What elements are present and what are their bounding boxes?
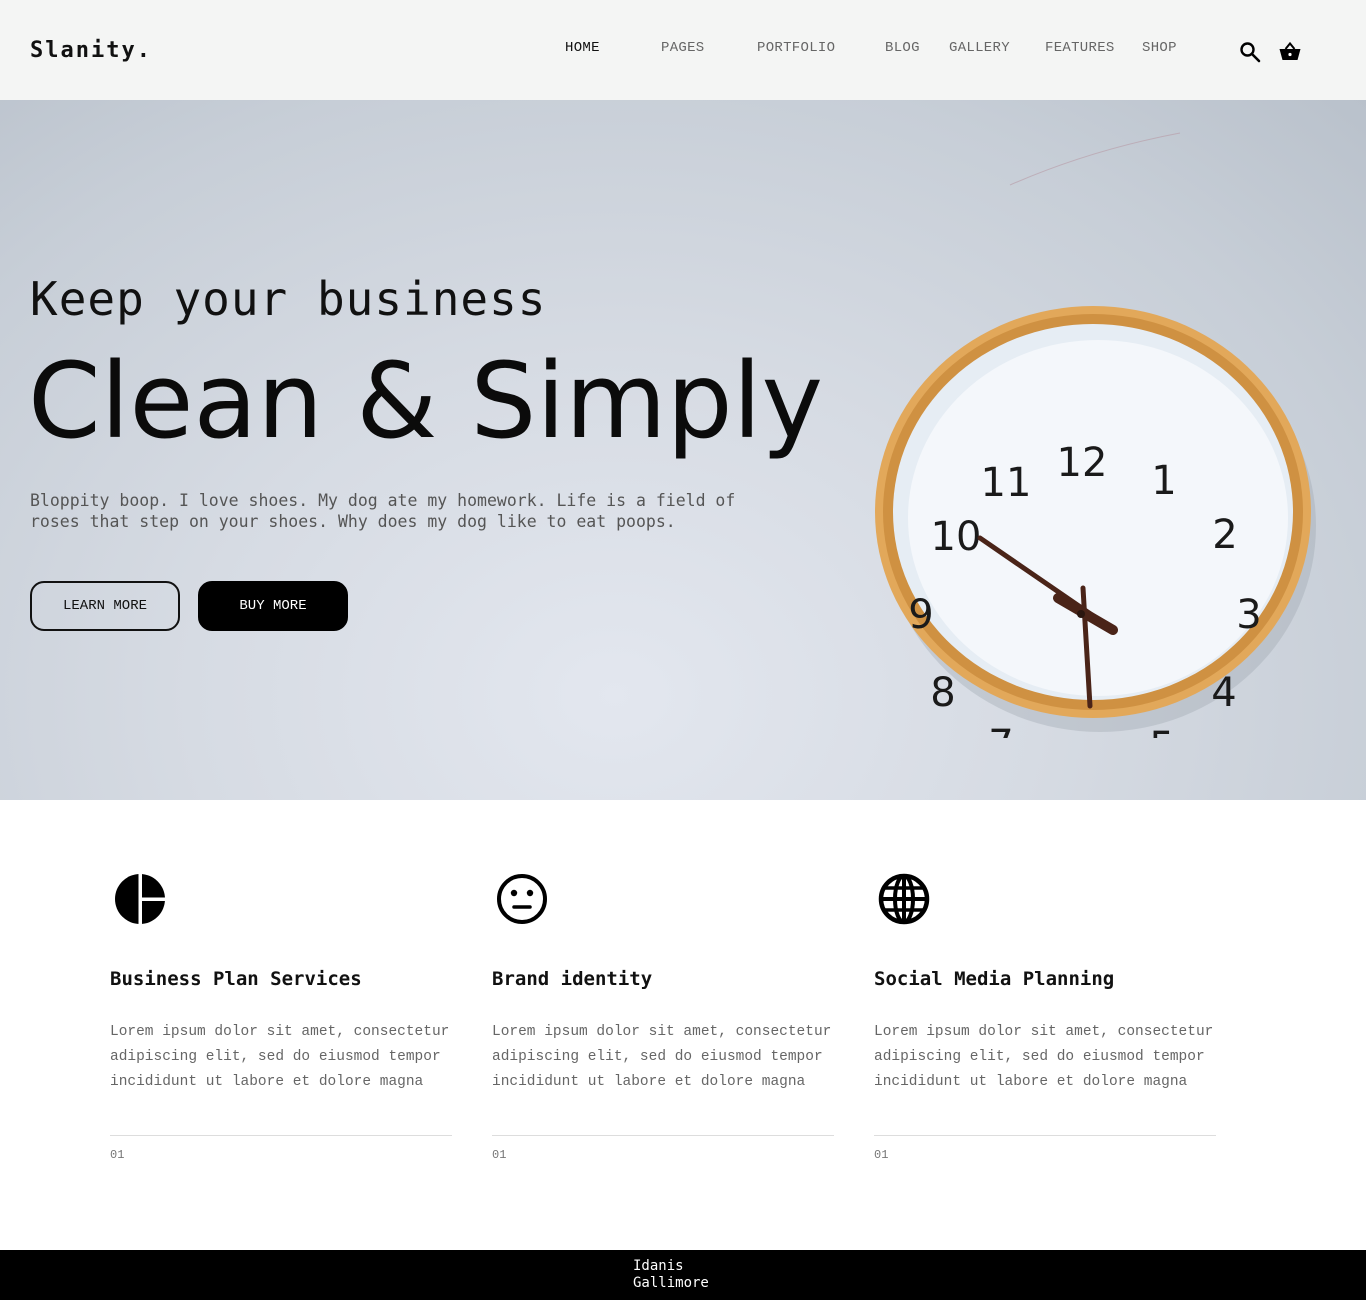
clock-number-3: 3 [1236, 592, 1261, 638]
service-card: Business Plan Services Lorem ipsum dolor… [110, 872, 452, 1162]
service-title: Social Media Planning [874, 968, 1115, 990]
hero-section: Keep your business Clean & Simply Bloppi… [0, 100, 1366, 800]
clock-number-7: 7 [988, 722, 1013, 738]
service-description: Lorem ipsum dolor sit amet, consectetur … [874, 1024, 1214, 1090]
pie-chart-icon [115, 872, 167, 926]
service-title: Brand identity [492, 968, 653, 990]
service-divider [492, 1135, 834, 1136]
hero-title: Clean & Simply [28, 340, 824, 462]
services-section: Business Plan Services Lorem ipsum dolor… [0, 800, 1366, 1250]
service-divider [874, 1135, 1216, 1136]
service-number: 01 [874, 1148, 889, 1162]
service-divider [110, 1135, 452, 1136]
learn-more-button[interactable]: LEARN MORE [30, 581, 180, 631]
service-card: Social Media Planning Lorem ipsum dolor … [874, 872, 1216, 1162]
clock-number-2: 2 [1212, 512, 1237, 558]
site-footer: Idanis Gallimore [0, 1250, 1366, 1300]
clock-number-10: 10 [931, 514, 982, 560]
clock-number-9: 9 [908, 592, 933, 638]
clock-number-4: 4 [1211, 670, 1236, 716]
nav-item-blog[interactable]: BLOG [885, 40, 920, 56]
search-icon[interactable] [1238, 40, 1262, 64]
footer-author-name: Idanis Gallimore [633, 1258, 709, 1291]
nav-item-features[interactable]: FEATURES [1045, 40, 1115, 56]
clock-number-1: 1 [1151, 458, 1176, 504]
wall-scratch [1009, 132, 1181, 186]
service-number: 01 [110, 1148, 125, 1162]
nav-item-portfolio[interactable]: PORTFOLIO [757, 40, 835, 56]
site-logo[interactable]: Slanity. [30, 38, 152, 63]
smiley-face-icon [497, 874, 547, 924]
clock-number-5: 5 [1149, 724, 1174, 738]
service-description: Lorem ipsum dolor sit amet, consectetur … [110, 1024, 450, 1090]
nav-item-pages[interactable]: PAGES [661, 40, 705, 56]
buy-more-button[interactable]: BUY MORE [198, 581, 348, 631]
clock-number-8: 8 [930, 670, 955, 716]
hero-description: Bloppity boop. I love shoes. My dog ate … [30, 491, 736, 531]
clock-number-12: 12 [1057, 440, 1108, 486]
basket-icon[interactable] [1278, 40, 1302, 64]
nav-item-gallery[interactable]: GALLERY [949, 40, 1010, 56]
service-number: 01 [492, 1148, 507, 1162]
service-card: Brand identity Lorem ipsum dolor sit ame… [492, 872, 834, 1162]
site-header: Slanity. HOME PAGES PORTFOLIO BLOG GALLE… [0, 0, 1366, 100]
service-title: Business Plan Services [110, 968, 362, 990]
hero-subtitle: Keep your business [30, 272, 547, 326]
wall-clock-image: 12 1 2 3 4 5 6 7 8 9 10 11 [875, 306, 1316, 738]
nav-item-shop[interactable]: SHOP [1142, 40, 1177, 56]
service-description: Lorem ipsum dolor sit amet, consectetur … [492, 1024, 832, 1090]
nav-item-home[interactable]: HOME [565, 40, 600, 56]
clock-number-11: 11 [981, 460, 1032, 506]
globe-icon [878, 873, 930, 925]
